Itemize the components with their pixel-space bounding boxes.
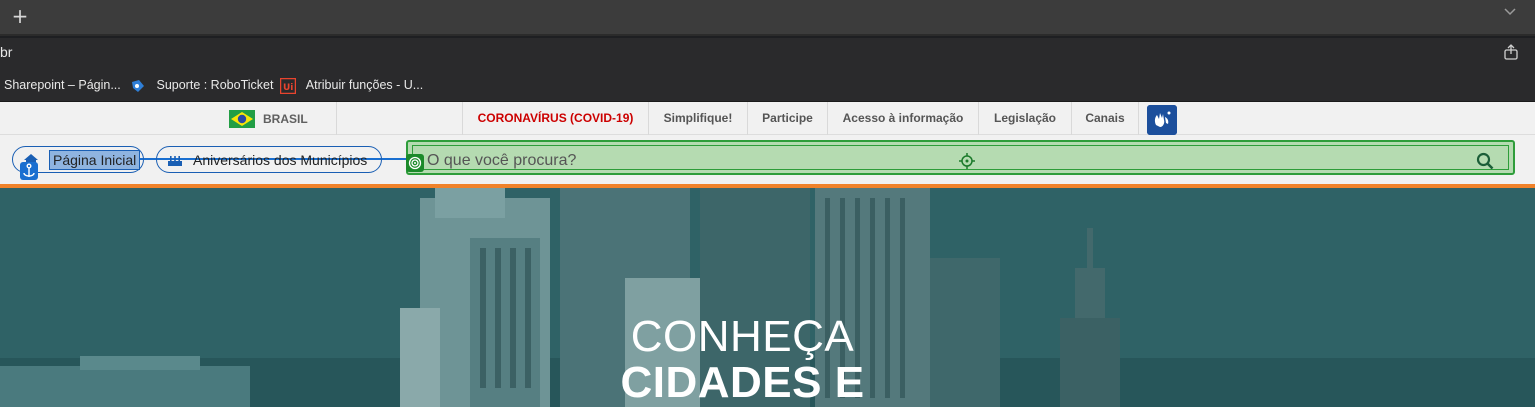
govbar-link-legislacao[interactable]: Legislação (979, 102, 1071, 135)
chevron-down-icon[interactable] (1503, 5, 1517, 19)
govbar-link-acesso-informacao[interactable]: Acesso à informação (828, 102, 978, 135)
brasil-link[interactable]: BRASIL (229, 102, 308, 135)
hero-title-line2: CIDADES E (620, 358, 865, 407)
bookmark-label: Sharepoint – Págin... (4, 78, 121, 92)
brazil-flag-icon (229, 109, 255, 128)
cake-icon (168, 155, 182, 166)
hero-title-line1: CONHEÇA (630, 312, 855, 361)
hero-title: CONHEÇA CIDADES E (0, 314, 1485, 406)
bookmark-label: Suporte : RoboTicket (156, 78, 274, 92)
website: BRASIL CORONAVÍRUS (COVID-19) Simplifiqu… (0, 102, 1535, 407)
vlibras-hands-icon[interactable] (1147, 105, 1177, 135)
divider (336, 102, 337, 135)
govbar-link-coronavirus[interactable]: CORONAVÍRUS (COVID-19) (463, 102, 648, 135)
search-field[interactable]: O que você procura? (406, 140, 1515, 175)
anniversaries-label: Aniversários dos Municípios (193, 151, 368, 168)
screen: + br Sharepoint – Págin... Suporte : Rob… (0, 0, 1535, 407)
brasil-label: BRASIL (263, 111, 308, 126)
search-input[interactable]: O que você procura? (412, 145, 1509, 170)
crosshair-icon (959, 153, 975, 169)
gov-bar: BRASIL CORONAVÍRUS (COVID-19) Simplifiqu… (0, 102, 1535, 135)
target-icon (406, 154, 424, 172)
bookmark-roboticket[interactable]: Suporte : RoboTicket (130, 76, 273, 94)
search-icon[interactable] (1476, 152, 1494, 170)
bookmark-sharepoint[interactable]: Sharepoint – Págin... (4, 76, 121, 94)
bookmarks-bar: Sharepoint – Págin... Suporte : RoboTick… (0, 67, 1535, 102)
govbar-link-canais[interactable]: Canais (1072, 102, 1138, 135)
home-label: Página Inicial (49, 149, 141, 170)
address-bar[interactable]: br (0, 38, 1535, 67)
roboticket-icon (132, 79, 144, 92)
uipath-icon: Ui (280, 77, 296, 94)
anchor-icon (20, 162, 38, 180)
plus-icon[interactable]: + (10, 6, 30, 26)
govbar-link-participe[interactable]: Participe (748, 102, 827, 135)
search-placeholder: O que você procura? (427, 152, 577, 169)
divider (1138, 102, 1139, 135)
browser-tab-bar: + (0, 0, 1535, 36)
url-text[interactable]: br (0, 44, 12, 60)
bookmark-atribuir-funcoes[interactable]: Ui Atribuir funções - U... (280, 76, 423, 94)
bookmark-label: Atribuir funções - U... (305, 78, 424, 92)
hero-banner: CONHEÇA CIDADES E (0, 188, 1535, 407)
nav-row: Página Inicial Aniversários dos Municípi… (0, 136, 1535, 184)
govbar-link-simplifique[interactable]: Simplifique! (649, 102, 747, 135)
svg-text:Ui: Ui (283, 83, 293, 93)
share-icon[interactable] (1503, 44, 1519, 60)
anniversaries-button[interactable]: Aniversários dos Municípios (156, 146, 382, 173)
